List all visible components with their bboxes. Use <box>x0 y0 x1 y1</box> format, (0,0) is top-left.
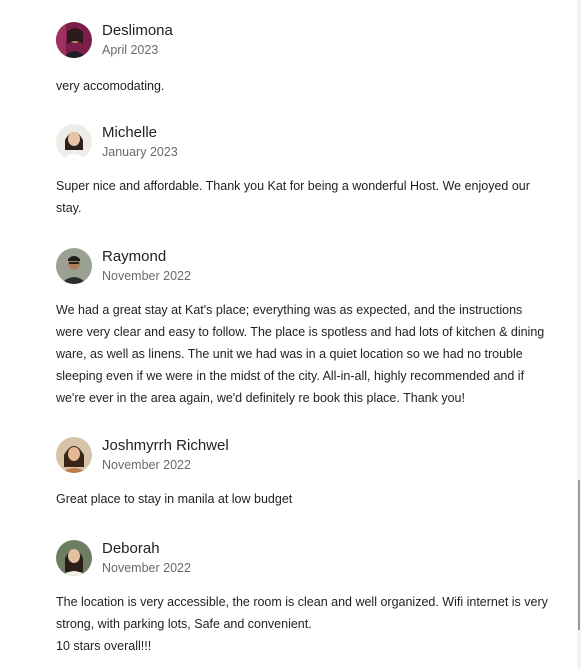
reviewer-header: Joshmyrrh Richwel November 2022 <box>56 437 566 477</box>
review-text: We had a great stay at Kat's place; ever… <box>56 303 545 405</box>
avatar[interactable] <box>56 22 92 58</box>
avatar-photo-icon <box>56 248 92 284</box>
reviewer-name: Raymond <box>102 248 167 265</box>
review-date: January 2023 <box>102 145 178 159</box>
reviewer-name: Michelle <box>102 124 158 141</box>
reviewer-header: Deslimona April 2023 <box>56 22 566 62</box>
reviewer-header: Michelle January 2023 <box>56 124 566 164</box>
review-text: very accomodating. <box>56 79 165 93</box>
avatar[interactable] <box>56 437 92 473</box>
avatar[interactable] <box>56 124 92 160</box>
review-date: November 2022 <box>102 458 191 472</box>
review-date: November 2022 <box>102 269 191 283</box>
avatar-photo-icon <box>56 540 92 576</box>
reviewer-header: Deborah November 2022 <box>56 540 566 580</box>
reviewer-name: Deborah <box>102 540 160 557</box>
avatar-photo-icon <box>56 437 92 473</box>
avatar[interactable] <box>56 248 92 284</box>
scrollbar-track[interactable] <box>577 0 581 669</box>
review-text: The location is very accessible, the roo… <box>56 595 548 653</box>
reviewer-name: Deslimona <box>102 22 173 39</box>
reviewer-name: Joshmyrrh Richwel <box>102 437 229 454</box>
avatar-photo-icon <box>56 22 92 58</box>
scrollbar-thumb[interactable] <box>578 480 580 630</box>
avatar-photo-icon <box>56 124 92 160</box>
review-item: Deslimona April 2023 very accomodating. <box>56 22 566 97</box>
review-item: Joshmyrrh Richwel November 2022 Great pl… <box>56 437 566 510</box>
review-date: November 2022 <box>102 561 191 575</box>
review-date: April 2023 <box>102 43 159 57</box>
review-item: Raymond November 2022 We had a great sta… <box>56 248 566 409</box>
reviewer-header: Raymond November 2022 <box>56 248 566 288</box>
review-item: Michelle January 2023 Super nice and aff… <box>56 124 566 219</box>
avatar[interactable] <box>56 540 92 576</box>
review-text: Great place to stay in manila at low bud… <box>56 492 293 506</box>
review-text: Super nice and affordable. Thank you Kat… <box>56 179 530 215</box>
reviews-page: Deslimona April 2023 very accomodating. … <box>0 0 581 669</box>
review-item: Deborah November 2022 The location is ve… <box>56 540 566 657</box>
